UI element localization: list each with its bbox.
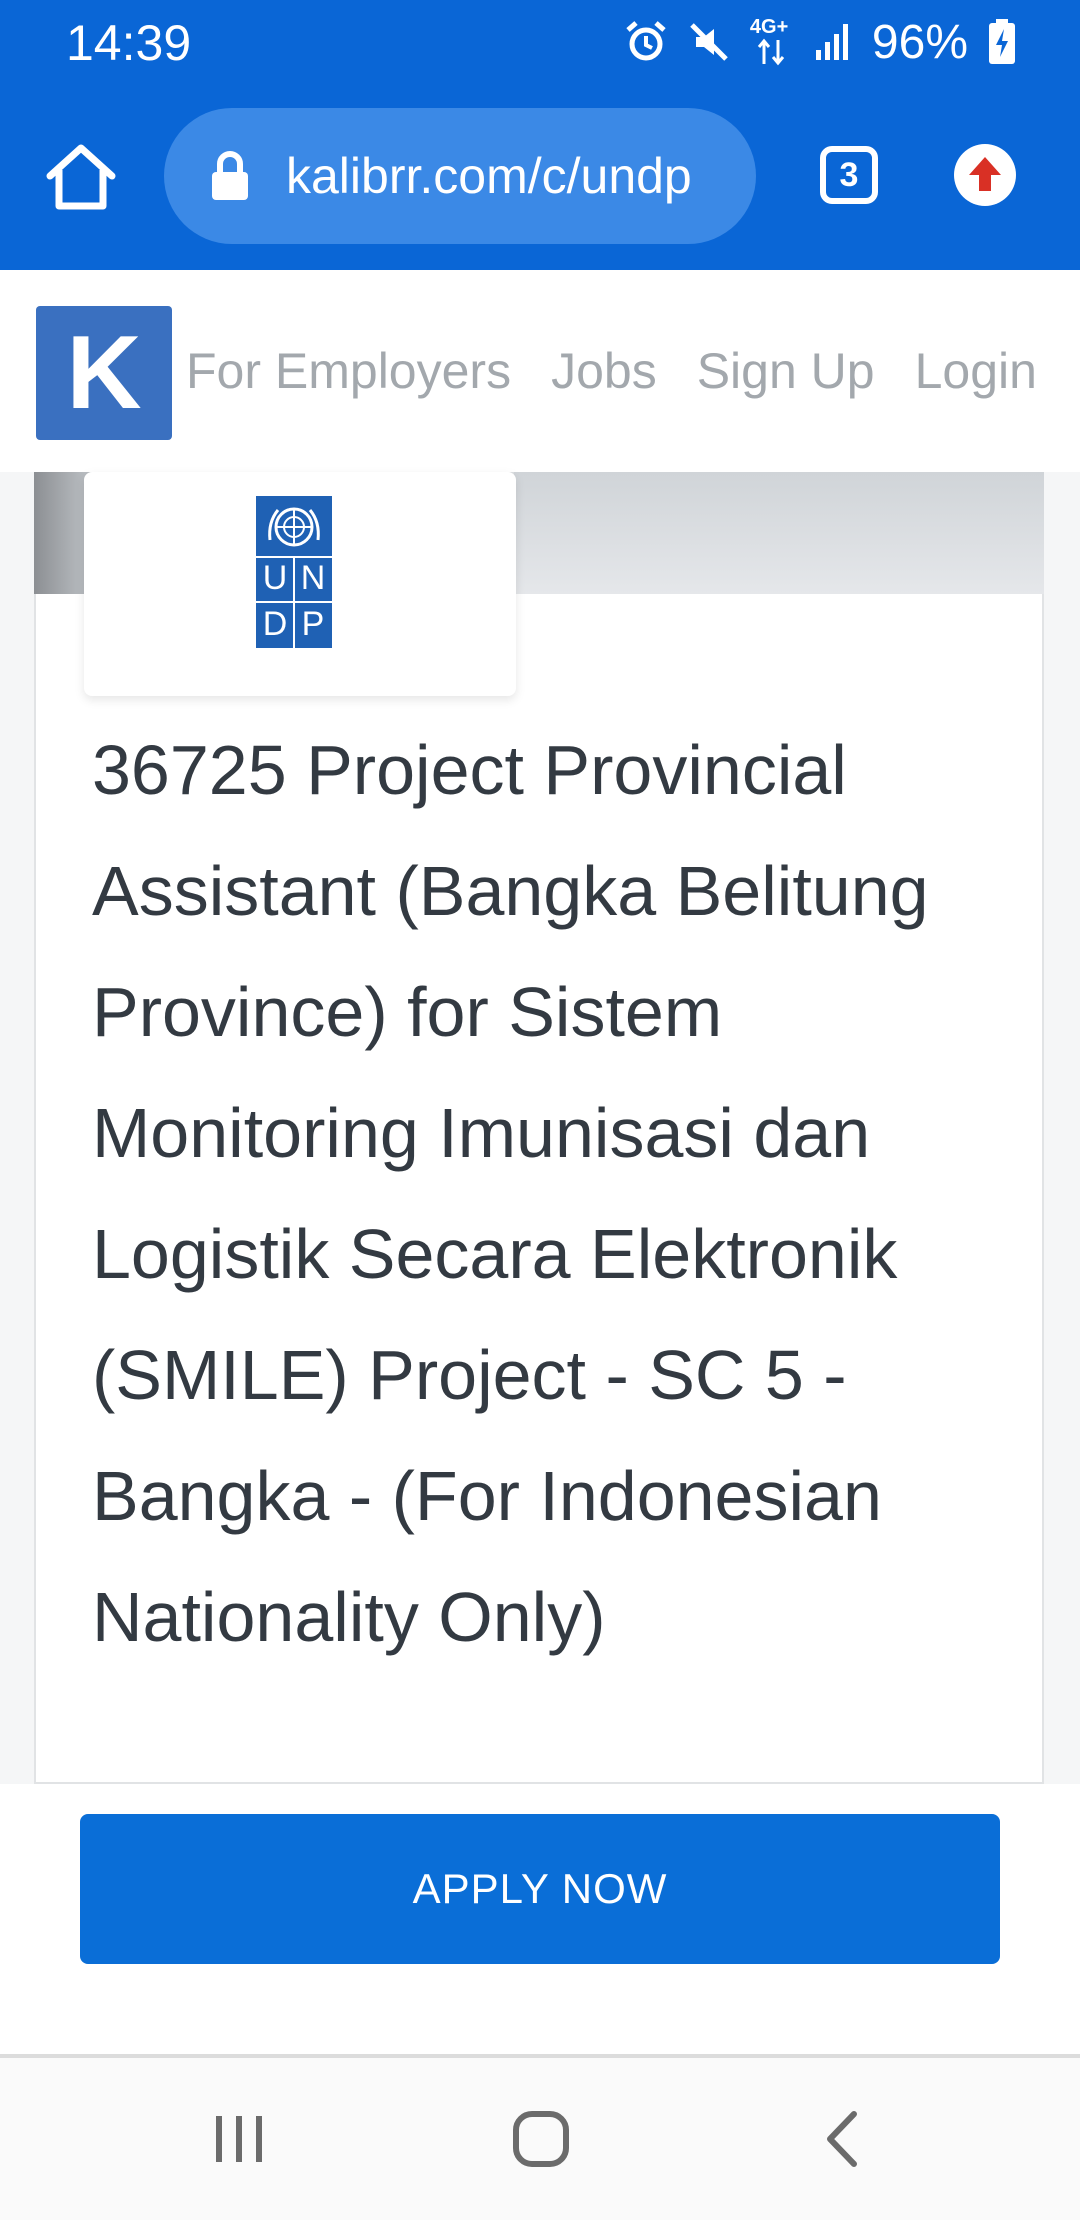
home-nav-icon[interactable]: [512, 2110, 570, 2168]
apply-now-button[interactable]: APPLY NOW: [80, 1814, 1000, 1964]
recent-apps-icon[interactable]: [212, 2112, 266, 2166]
system-nav-bar: [0, 2054, 1080, 2220]
apply-footer: APPLY NOW: [0, 1784, 1080, 2054]
title-clip-area: 36725 Project Provincial Assistant (Bang…: [0, 0, 1080, 1784]
back-icon[interactable]: [822, 2110, 862, 2168]
job-title: 36725 Project Provincial Assistant (Bang…: [92, 731, 929, 1656]
